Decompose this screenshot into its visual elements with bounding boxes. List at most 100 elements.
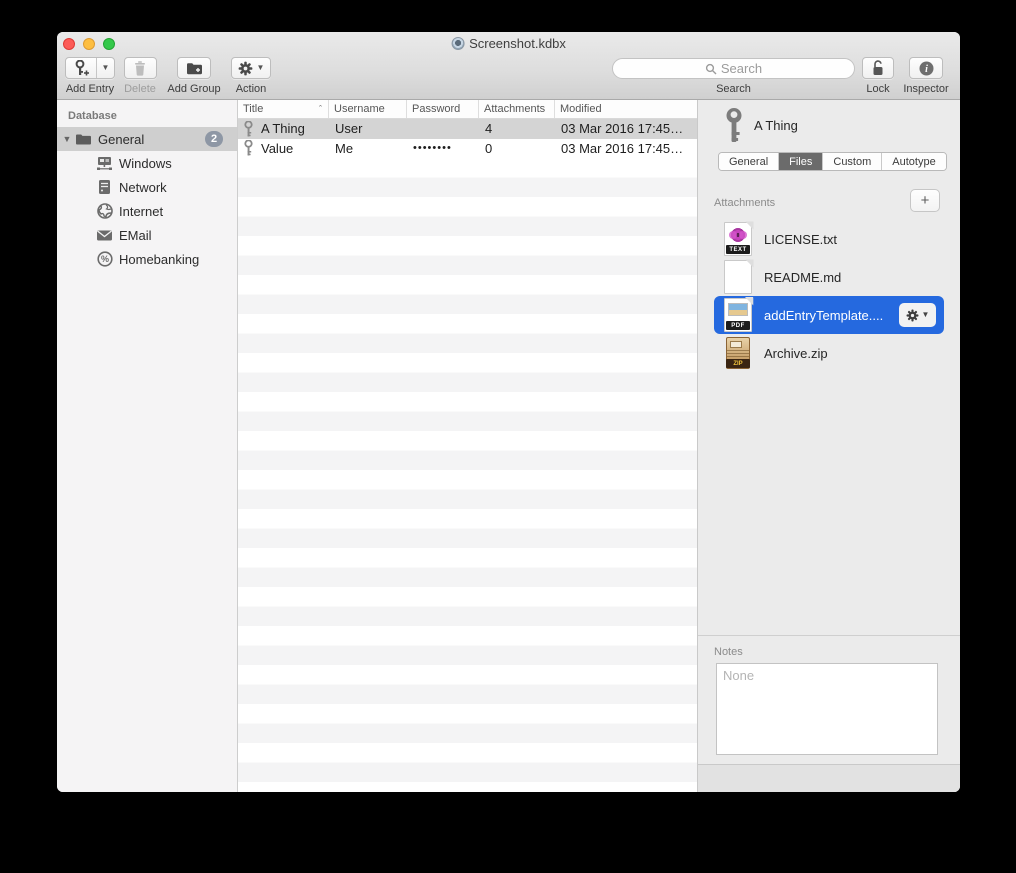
tab-autotype[interactable]: Autotype — [882, 153, 945, 170]
key-icon — [244, 121, 253, 137]
entry-title: A Thing — [754, 118, 798, 133]
disclosure-triangle-icon[interactable]: ▼ — [59, 134, 75, 144]
inspector-label: Inspector — [903, 83, 948, 95]
delete-button[interactable] — [124, 57, 157, 79]
sidebar-item-general[interactable]: ▼ General 2 — [57, 127, 237, 151]
minimize-button[interactable] — [83, 38, 95, 50]
gear-icon — [238, 61, 253, 76]
key-plus-icon[interactable] — [66, 58, 96, 78]
table-header: Title ˆ Username Password Attachments Mo… — [238, 100, 697, 119]
lock-group: Lock — [862, 57, 894, 95]
document-proxy-icon[interactable] — [451, 37, 464, 50]
pdf-file-icon: PDF — [724, 298, 752, 332]
entry-count-badge: 2 — [205, 131, 223, 147]
tab-general[interactable]: General — [719, 153, 779, 170]
window-title-block: Screenshot.kdbx — [451, 36, 566, 51]
magnifier-icon — [705, 63, 717, 75]
sidebar-item-windows[interactable]: Windows — [57, 151, 237, 175]
delete-label: Delete — [124, 83, 156, 95]
sidebar-item-network[interactable]: Network — [57, 175, 237, 199]
open-padlock-icon — [871, 60, 885, 76]
action-label: Action — [236, 83, 267, 95]
sidebar-item-label: Windows — [119, 156, 172, 171]
sidebar-item-label: Homebanking — [119, 252, 199, 267]
lock-label: Lock — [866, 83, 889, 95]
tab-files[interactable]: Files — [779, 153, 823, 170]
attachment-row[interactable]: README.md — [698, 258, 960, 296]
table-row[interactable]: Value Me •••••••• 0 03 Mar 2016 17:45… — [238, 139, 697, 159]
zip-file-icon: ZIP — [724, 336, 752, 370]
attachment-list: TEXT LICENSE.txt README.md PDF addEntry — [698, 220, 960, 372]
add-attachment-button[interactable]: + — [910, 189, 940, 212]
app-window: Screenshot.kdbx ▼ Add Entry — [57, 32, 960, 792]
traffic-lights — [63, 38, 115, 50]
column-header-title[interactable]: Title ˆ — [238, 100, 329, 118]
tab-custom[interactable]: Custom — [823, 153, 882, 170]
sidebar-section-header: Database — [68, 110, 237, 122]
email-icon — [96, 227, 113, 244]
windows-icon — [96, 155, 113, 172]
svg-text:i: i — [925, 64, 928, 75]
sidebar-item-email[interactable]: EMail — [57, 223, 237, 247]
inspector-bottom-bar — [698, 764, 960, 792]
table-row[interactable]: A Thing User 4 03 Mar 2016 17:45… — [238, 119, 697, 139]
homebanking-icon: % — [96, 251, 113, 268]
entry-table: Title ˆ Username Password Attachments Mo… — [238, 100, 697, 792]
column-header-modified[interactable]: Modified — [555, 100, 697, 118]
notes-input[interactable] — [716, 663, 938, 755]
add-group-group: Add Group — [164, 57, 224, 95]
table-empty-area[interactable] — [238, 158, 697, 792]
trash-icon — [133, 60, 147, 76]
add-entry-group: ▼ Add Entry — [62, 57, 118, 95]
search-label: Search — [716, 83, 751, 95]
window-title: Screenshot.kdbx — [469, 36, 566, 51]
attachment-row[interactable]: ZIP Archive.zip — [698, 334, 960, 372]
column-header-password[interactable]: Password — [407, 100, 479, 118]
info-circle-icon: i — [919, 61, 934, 76]
gear-icon — [906, 309, 919, 322]
add-entry-button[interactable]: ▼ — [65, 57, 116, 79]
inspector-panel: A Thing General Files Custom Autotype At… — [697, 100, 960, 792]
action-button[interactable]: ▼ — [231, 57, 271, 79]
notes-label: Notes — [714, 646, 743, 658]
column-header-attachments[interactable]: Attachments — [479, 100, 555, 118]
folder-icon — [75, 131, 92, 148]
attachment-name: README.md — [764, 270, 841, 285]
search-input[interactable]: Search — [612, 58, 855, 79]
internet-icon — [96, 203, 113, 220]
sidebar: Database ▼ General 2 Windows — [57, 100, 238, 792]
key-icon — [723, 108, 745, 144]
folder-plus-icon — [186, 61, 203, 75]
attachment-action-button[interactable]: ▼ — [899, 303, 936, 327]
svg-text:%: % — [100, 254, 108, 264]
toolbar: Screenshot.kdbx ▼ Add Entry — [57, 32, 960, 100]
text-file-icon: TEXT — [724, 222, 752, 256]
content: Database ▼ General 2 Windows — [57, 100, 960, 792]
sidebar-item-label: Internet — [119, 204, 163, 219]
search-group: Search Search — [612, 58, 855, 95]
sort-asc-icon: ˆ — [319, 104, 322, 114]
zoom-button[interactable] — [103, 38, 115, 50]
column-header-username[interactable]: Username — [329, 100, 407, 118]
close-button[interactable] — [63, 38, 75, 50]
inspector-group: i Inspector — [902, 57, 950, 95]
network-icon — [96, 179, 113, 196]
inspector-button[interactable]: i — [909, 57, 943, 79]
sidebar-item-label: Network — [119, 180, 167, 195]
attachment-row[interactable]: TEXT LICENSE.txt — [698, 220, 960, 258]
search-placeholder: Search — [721, 61, 762, 76]
add-group-button[interactable] — [177, 57, 211, 79]
add-group-label: Add Group — [167, 83, 220, 95]
add-entry-label: Add Entry — [66, 83, 114, 95]
sidebar-item-homebanking[interactable]: % Homebanking — [57, 247, 237, 271]
inspector-tabs: General Files Custom Autotype — [718, 152, 947, 171]
attachment-row-selected[interactable]: PDF addEntryTemplate.... — [714, 296, 944, 334]
sidebar-item-internet[interactable]: Internet — [57, 199, 237, 223]
lock-button[interactable] — [862, 57, 894, 79]
action-group: ▼ Action — [229, 57, 273, 95]
key-icon — [244, 140, 253, 156]
sidebar-item-label: EMail — [119, 228, 152, 243]
add-entry-dropdown[interactable]: ▼ — [96, 58, 115, 78]
attachments-label: Attachments — [714, 197, 775, 209]
attachment-name: LICENSE.txt — [764, 232, 837, 247]
